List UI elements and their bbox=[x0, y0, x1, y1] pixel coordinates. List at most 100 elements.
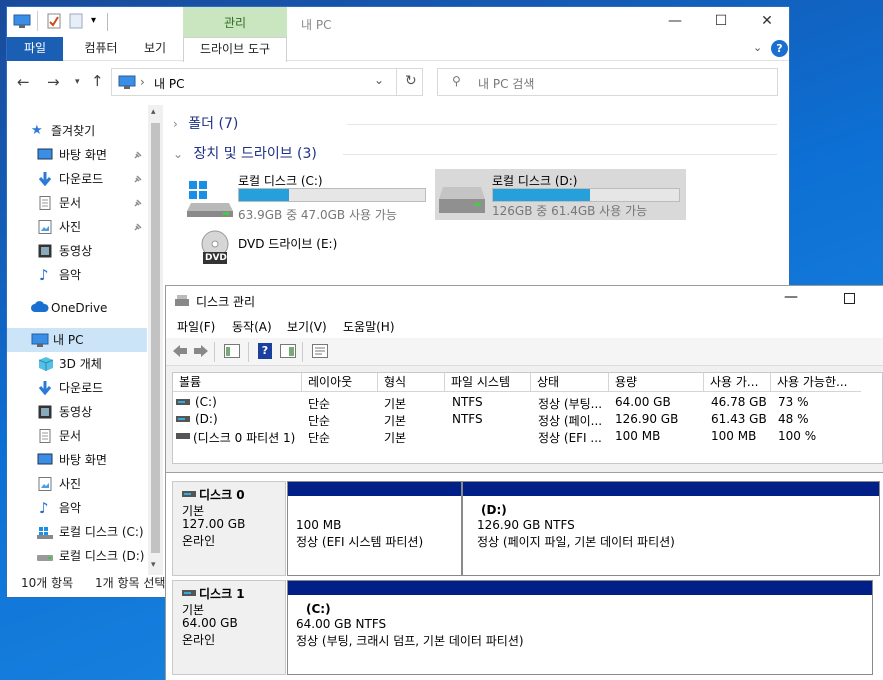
menu-action[interactable]: 동작(A) bbox=[232, 318, 272, 335]
disk-0-row: 디스크 0 기본 127.00 GB 온라인 100 MB 정상 (EFI 시스… bbox=[172, 481, 883, 576]
show-hide-pane-icon[interactable] bbox=[280, 344, 296, 358]
pin-icon[interactable] bbox=[133, 174, 143, 184]
document-icon bbox=[39, 429, 55, 443]
column-header-type[interactable]: 형식 bbox=[378, 373, 445, 392]
nav-videos[interactable]: 동영상 bbox=[7, 239, 147, 263]
tab-computer[interactable]: 컴퓨터 bbox=[71, 37, 131, 61]
column-header-filesystem[interactable]: 파일 시스템 bbox=[445, 373, 531, 392]
up-arrow-icon[interactable]: ↑ bbox=[91, 72, 104, 90]
forward-arrow-icon[interactable] bbox=[193, 344, 209, 358]
nav-downloads[interactable]: 다운로드 bbox=[7, 167, 147, 191]
nav-3d-objects[interactable]: 3D 개체 bbox=[7, 352, 147, 376]
column-header-percent-free[interactable]: 사용 가능한... bbox=[771, 373, 861, 392]
address-text[interactable]: 내 PC bbox=[154, 75, 184, 92]
table-row[interactable]: (D:) 단순 기본 NTFS 정상 (페이... 126.90 GB 61.4… bbox=[173, 411, 882, 428]
nav-pc-documents[interactable]: 문서 bbox=[7, 424, 147, 448]
divider bbox=[396, 69, 397, 95]
search-icon: ⚲ bbox=[452, 74, 461, 88]
back-arrow-icon[interactable] bbox=[172, 344, 188, 358]
disk-graphical-view: 디스크 0 기본 127.00 GB 온라인 100 MB 정상 (EFI 시스… bbox=[166, 472, 883, 680]
menu-view[interactable]: 보기(V) bbox=[287, 318, 327, 335]
nav-local-disk-d[interactable]: 로컬 디스크 (D:) bbox=[7, 544, 147, 568]
column-header-free[interactable]: 사용 가... bbox=[704, 373, 771, 392]
column-header-volume[interactable]: 볼륨 bbox=[173, 373, 302, 392]
volume-icon bbox=[176, 432, 190, 440]
scroll-thumb[interactable] bbox=[151, 123, 160, 553]
forward-arrow-icon[interactable]: → bbox=[47, 73, 60, 91]
customize-qat-icon[interactable]: ▾ bbox=[91, 15, 96, 26]
disk-1-label[interactable]: 디스크 1 기본 64.00 GB 온라인 bbox=[172, 580, 286, 675]
disk-icon bbox=[182, 490, 196, 498]
address-dropdown-icon[interactable]: ⌄ bbox=[374, 73, 384, 87]
context-tab-manage[interactable]: 관리 bbox=[183, 7, 287, 37]
partition-efi[interactable]: 100 MB 정상 (EFI 시스템 파티션) bbox=[287, 481, 462, 576]
nav-pc-music[interactable]: ♪ 음악 bbox=[7, 496, 147, 520]
windows-drive-icon bbox=[187, 181, 233, 217]
console-tree-icon[interactable] bbox=[224, 344, 240, 358]
disk-management-icon bbox=[174, 294, 190, 308]
pin-icon[interactable] bbox=[133, 198, 143, 208]
nav-documents[interactable]: 문서 bbox=[7, 191, 147, 215]
scroll-up-icon[interactable]: ▴ bbox=[151, 107, 156, 117]
nav-desktop[interactable]: 바탕 화면 bbox=[7, 143, 147, 167]
drive-free-space: 126GB 중 61.4GB 사용 가능 bbox=[492, 204, 648, 218]
pin-icon[interactable] bbox=[133, 150, 143, 160]
menu-file[interactable]: 파일(F) bbox=[177, 318, 215, 335]
drive-d-usage-bar bbox=[492, 188, 680, 202]
nav-pictures[interactable]: 사진 bbox=[7, 215, 147, 239]
table-row[interactable]: (디스크 0 파티션 1) 단순 기본 정상 (EFI ... 100 MB 1… bbox=[173, 428, 882, 445]
address-bar[interactable]: › 내 PC ⌄ ↻ bbox=[111, 68, 423, 96]
download-arrow-icon bbox=[37, 172, 53, 186]
windows-drive-icon bbox=[37, 525, 53, 539]
dm-minimize-button[interactable]: — bbox=[784, 289, 798, 305]
column-header-layout[interactable]: 레이아웃 bbox=[302, 373, 378, 392]
nav-scrollbar[interactable]: ▴ ▾ bbox=[148, 105, 163, 575]
group-devices[interactable]: ⌄ 장치 및 드라이브 (3) bbox=[173, 143, 317, 163]
nav-pc-downloads[interactable]: 다운로드 bbox=[7, 376, 147, 400]
maximize-button[interactable]: ☐ bbox=[698, 7, 744, 37]
column-header-status[interactable]: 상태 bbox=[531, 373, 609, 392]
drive-c-tile[interactable]: 로컬 디스크 (C:) 63.9GB 중 47.0GB 사용 가능 bbox=[183, 169, 427, 222]
search-placeholder[interactable]: 내 PC 검색 bbox=[478, 75, 534, 92]
search-box[interactable]: ⚲ 내 PC 검색 bbox=[437, 68, 778, 96]
properties-icon[interactable] bbox=[47, 13, 61, 29]
pin-icon[interactable] bbox=[133, 222, 143, 232]
help-icon[interactable]: ? bbox=[771, 40, 788, 57]
help-icon[interactable]: ? bbox=[258, 343, 272, 359]
group-folders[interactable]: › 폴더 (7) bbox=[173, 113, 238, 133]
expand-ribbon-icon[interactable]: ⌄ bbox=[753, 41, 762, 54]
menu-help[interactable]: 도움말(H) bbox=[343, 318, 395, 335]
table-row[interactable]: (C:) 단순 기본 NTFS 정상 (부팅... 64.00 GB 46.78… bbox=[173, 394, 882, 411]
recent-locations-icon[interactable]: ▾ bbox=[75, 77, 80, 87]
nav-quick-access[interactable]: ★ 즐겨찾기 bbox=[7, 119, 147, 143]
partition-d[interactable]: (D:) 126.90 GB NTFS 정상 (페이지 파일, 기본 데이터 파… bbox=[462, 481, 880, 576]
partition-c[interactable]: (C:) 64.00 GB NTFS 정상 (부팅, 크래시 덤프, 기본 데이… bbox=[287, 580, 873, 675]
minimize-button[interactable]: — bbox=[652, 7, 698, 37]
tab-file[interactable]: 파일 bbox=[7, 37, 63, 61]
nav-pc-videos[interactable]: 동영상 bbox=[7, 400, 147, 424]
hard-drive-icon bbox=[439, 187, 485, 215]
drive-e-tile[interactable]: DVD DVD 드라이브 (E:) bbox=[183, 227, 423, 271]
nav-onedrive[interactable]: OneDrive bbox=[7, 296, 147, 320]
pictures-icon bbox=[38, 220, 54, 234]
nav-local-disk-c[interactable]: 로컬 디스크 (C:) bbox=[7, 520, 147, 544]
nav-pc-desktop[interactable]: 바탕 화면 bbox=[7, 448, 147, 472]
nav-music[interactable]: ♪ 음악 bbox=[7, 263, 147, 287]
disk-0-label[interactable]: 디스크 0 기본 127.00 GB 온라인 bbox=[172, 481, 286, 576]
tab-drive-tools[interactable]: 드라이브 도구 bbox=[183, 37, 287, 62]
tab-view[interactable]: 보기 bbox=[135, 37, 175, 61]
new-folder-icon[interactable] bbox=[69, 13, 83, 29]
refresh-icon[interactable]: ↻ bbox=[405, 73, 417, 89]
divider bbox=[347, 124, 777, 125]
back-arrow-icon[interactable]: ← bbox=[17, 73, 30, 91]
navigation-bar: ← → ▾ ↑ › 내 PC ⌄ ↻ ⚲ 내 PC 검색 bbox=[7, 67, 789, 99]
partition-header-bar bbox=[463, 482, 879, 496]
dm-maximize-button[interactable] bbox=[844, 293, 855, 304]
properties-icon[interactable] bbox=[312, 344, 328, 358]
column-header-capacity[interactable]: 용량 bbox=[609, 373, 704, 392]
nav-this-pc[interactable]: 내 PC bbox=[7, 328, 147, 352]
drive-d-tile[interactable]: 로컬 디스크 (D:) 126GB 중 61.4GB 사용 가능 bbox=[435, 169, 686, 220]
desktop-icon bbox=[37, 453, 53, 467]
nav-pc-pictures[interactable]: 사진 bbox=[7, 472, 147, 496]
close-button[interactable]: ✕ bbox=[744, 7, 790, 37]
